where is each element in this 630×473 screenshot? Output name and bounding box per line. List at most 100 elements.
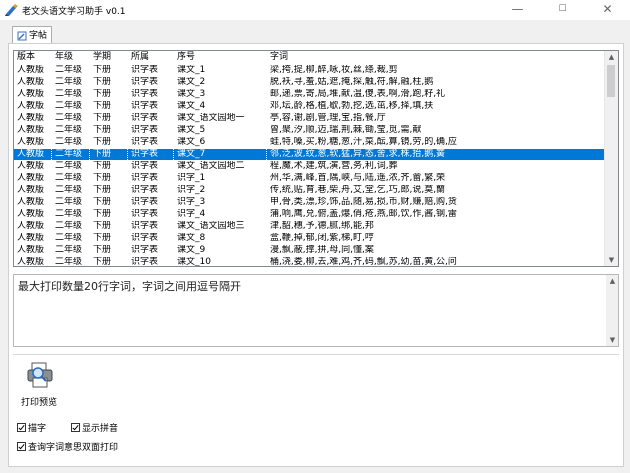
column-header-term[interactable]: 学期 xyxy=(90,51,128,64)
table-row[interactable]: 人教版 二年级 下册 识字表 课文_5 曾,聚,汐,顺,迈,瑞,荆,棘,锄,莹,觅,需,献 xyxy=(14,125,607,136)
input-scroll-down-icon[interactable]: ▼ xyxy=(606,334,619,346)
printer-icon xyxy=(27,362,53,388)
scroll-up-icon[interactable]: ▲ xyxy=(605,51,618,63)
cell-category: 识字表 xyxy=(131,233,159,243)
cell-grade: 二年级 xyxy=(52,149,90,160)
column-header-words[interactable]: 字词 xyxy=(267,51,607,64)
table-row[interactable]: 人教版 二年级 下册 识字表 识字_4 蒲,响,鹰,兑,俯,盖,爆,俏,疮,燕,邮,饮,作… xyxy=(14,209,607,220)
cell-version: 人教版 xyxy=(17,185,45,195)
cell-words: 甲,骨,类,漂,珍,饰,品,随,易,损,币,财,赚,赔,购,货 xyxy=(270,197,457,207)
cell-lesson: 课文_5 xyxy=(177,125,206,135)
table-row[interactable]: 人教版 二年级 下册 识字表 课文_4 邓,坛,龄,格,植,歇,勃,挖,选,茁,移,择,填… xyxy=(14,101,607,112)
minimize-button[interactable]: — xyxy=(495,0,540,20)
cell-words: 程,魔,术,建,筑,演,营,务,利,词,葬 xyxy=(270,161,398,171)
table-row[interactable]: 人教版 二年级 下册 识字表 课文_7 邻,泛,波,纹,葱,软,猛,异,态,舍,求,株,抬… xyxy=(14,149,607,160)
cell-words: 邻,泛,波,纹,葱,软,猛,异,态,舍,求,株,抬,鹅,簧 xyxy=(267,149,607,160)
scroll-thumb[interactable] xyxy=(607,65,615,97)
column-header-grade[interactable]: 年级 xyxy=(52,51,90,64)
trace-label: 描字 xyxy=(28,424,47,434)
table-row[interactable]: 人教版 二年级 下册 识字表 课文_8 盒,鞭,掉,郁,闭,紫,梯,盯,哼 xyxy=(14,233,607,244)
cell-grade: 二年级 xyxy=(55,89,83,99)
table-row[interactable]: 人教版 二年级 下册 识字表 识字_2 传,统,贴,育,巷,柴,舟,艾,堂,乞,巧,郎,说… xyxy=(14,185,607,196)
lesson-list[interactable]: 版本 年级 学期 所属 序号 字词 人教版 二年级 下册 识字表 课文_1 梁,挎,提,柳… xyxy=(13,50,619,267)
cell-grade: 二年级 xyxy=(55,137,83,147)
cell-grade: 二年级 xyxy=(55,65,83,75)
cell-version: 人教版 xyxy=(17,113,45,123)
word-input[interactable] xyxy=(14,275,607,346)
cell-category: 识字表 xyxy=(131,65,159,75)
column-header-category[interactable]: 所属 xyxy=(128,51,174,64)
close-button[interactable]: ✕ xyxy=(585,0,630,20)
table-row[interactable]: 人教版 二年级 下册 识字表 课文_语文园地二 程,魔,术,建,筑,演,营,务,利,词,葬 xyxy=(14,161,607,172)
scroll-down-icon[interactable]: ▼ xyxy=(605,254,618,266)
table-row[interactable]: 人教版 二年级 下册 识字表 课文_3 邮,递,票,寄,局,堆,献,温,傻,表,啊,滑,跑… xyxy=(14,89,607,100)
table-row[interactable]: 人教版 二年级 下册 识字表 识字_3 甲,骨,类,漂,珍,饰,品,随,易,损,币,财,赚… xyxy=(14,197,607,208)
cell-category: 识字表 xyxy=(131,77,159,87)
cell-lesson: 识字_2 xyxy=(177,185,206,195)
cell-words: 漫,飘,蔽,撑,拼,母,同,懂,案 xyxy=(270,245,374,255)
maximize-button[interactable]: ☐ xyxy=(540,0,585,20)
cell-term: 下册 xyxy=(93,257,112,267)
cell-lesson: 课文_8 xyxy=(177,233,206,243)
checkbox-checked-icon[interactable] xyxy=(71,423,80,432)
cell-category: 识字表 xyxy=(131,257,159,267)
duplex-meaning-checkbox[interactable]: 查询字词意思双面打印 xyxy=(17,440,118,453)
cell-grade: 二年级 xyxy=(55,125,83,135)
input-scrollbar[interactable]: ▲ ▼ xyxy=(606,275,618,346)
cell-term: 下册 xyxy=(93,77,112,87)
cell-term: 下册 xyxy=(93,221,112,231)
cell-category: 识字表 xyxy=(131,125,159,135)
checkbox-checked-icon[interactable] xyxy=(17,423,26,432)
table-row[interactable]: 人教版 二年级 下册 识字表 课文_语文园地一 亭,容,谢,剧,管,理,宝,指,餐,厅 xyxy=(14,113,607,124)
cell-grade: 二年级 xyxy=(55,221,83,231)
cell-term: 下册 xyxy=(93,137,112,147)
cell-words: 盒,鞭,掉,郁,闭,紫,梯,盯,哼 xyxy=(270,233,374,243)
table-row[interactable]: 人教版 二年级 下册 识字表 课文_2 脱,袄,寻,羞,姑,遮,掩,探,触,符,解,融,柱… xyxy=(14,77,607,88)
cell-term: 下册 xyxy=(93,233,112,243)
print-preview-button[interactable]: 打印预览 xyxy=(15,359,63,409)
duplex-meaning-label: 查询字词意思双面打印 xyxy=(28,443,119,453)
copybook-panel: 版本 年级 学期 所属 序号 字词 人教版 二年级 下册 识字表 课文_1 梁,挎,提,柳… xyxy=(8,43,624,467)
table-row[interactable]: 人教版 二年级 下册 识字表 课文_9 漫,飘,蔽,撑,拼,母,同,懂,案 xyxy=(14,245,607,256)
column-header-lesson[interactable]: 序号 xyxy=(174,51,267,64)
cell-category: 识字表 xyxy=(131,113,159,123)
cell-grade: 二年级 xyxy=(55,161,83,171)
cell-words: 津,韶,穗,予,德,腻,绑,能,邦 xyxy=(270,221,374,231)
list-scrollbar[interactable]: ▲ ▼ xyxy=(604,51,618,266)
cell-version: 人教版 xyxy=(17,137,45,147)
minimize-icon: — xyxy=(511,2,524,16)
cell-lesson: 课文_语文园地三 xyxy=(177,221,245,231)
cell-lesson: 课文_10 xyxy=(177,257,211,267)
cell-grade: 二年级 xyxy=(55,245,83,255)
cell-term: 下册 xyxy=(93,125,112,135)
cell-words: 亭,容,谢,剧,管,理,宝,指,餐,厅 xyxy=(270,113,386,123)
cell-lesson: 识字_1 xyxy=(177,173,206,183)
column-header-version[interactable]: 版本 xyxy=(14,51,52,64)
table-row[interactable]: 人教版 二年级 下册 识字表 课文_6 蛙,特,嗓,买,粉,糖,葱,汁,菜,酝,算,镜,劳… xyxy=(14,137,607,148)
show-pinyin-checkbox[interactable]: 显示拼音 xyxy=(71,421,118,434)
cell-lesson: 课文_3 xyxy=(177,89,206,99)
cell-words: 邓,坛,龄,格,植,歇,勃,挖,选,茁,移,择,填,扶 xyxy=(270,101,434,111)
table-row[interactable]: 人教版 二年级 下册 识字表 课文_10 桶,浇,娄,柳,去,难,鸡,齐,码,飘,苏,幼,… xyxy=(14,257,607,267)
table-row[interactable]: 人教版 二年级 下册 识字表 识字_1 州,华,满,峰,首,隅,峡,与,陆,遥,浓,齐,畲… xyxy=(14,173,607,184)
cell-lesson: 课文_语文园地一 xyxy=(177,113,245,123)
table-row[interactable]: 人教版 二年级 下册 识字表 课文_1 梁,挎,提,柳,醉,咏,妆,丝,绦,裁,剪 xyxy=(14,65,607,76)
cell-term: 下册 xyxy=(93,197,112,207)
cell-category: 识字表 xyxy=(131,173,159,183)
cell-category: 识字表 xyxy=(131,209,159,219)
show-pinyin-label: 显示拼音 xyxy=(82,424,119,434)
cell-lesson: 课文_语文园地二 xyxy=(177,161,245,171)
table-row[interactable]: 人教版 二年级 下册 识字表 课文_语文园地三 津,韶,穗,予,德,腻,绑,能,邦 xyxy=(14,221,607,232)
cell-words: 桶,浇,娄,柳,去,难,鸡,齐,码,飘,苏,幼,苗,黄,公,问 xyxy=(270,257,457,267)
cell-term: 下册 xyxy=(93,209,112,219)
cell-version: 人教版 xyxy=(17,197,45,207)
cell-lesson: 课文_4 xyxy=(177,101,206,111)
cell-grade: 二年级 xyxy=(55,77,83,87)
input-scroll-up-icon[interactable]: ▲ xyxy=(606,275,619,287)
copybook-icon xyxy=(17,31,27,41)
checkbox-checked-icon[interactable] xyxy=(17,442,26,451)
cell-grade: 二年级 xyxy=(55,233,83,243)
cell-version: 人教版 xyxy=(17,257,45,267)
trace-checkbox[interactable]: 描字 xyxy=(17,421,46,434)
cell-term: 下册 xyxy=(90,149,128,160)
